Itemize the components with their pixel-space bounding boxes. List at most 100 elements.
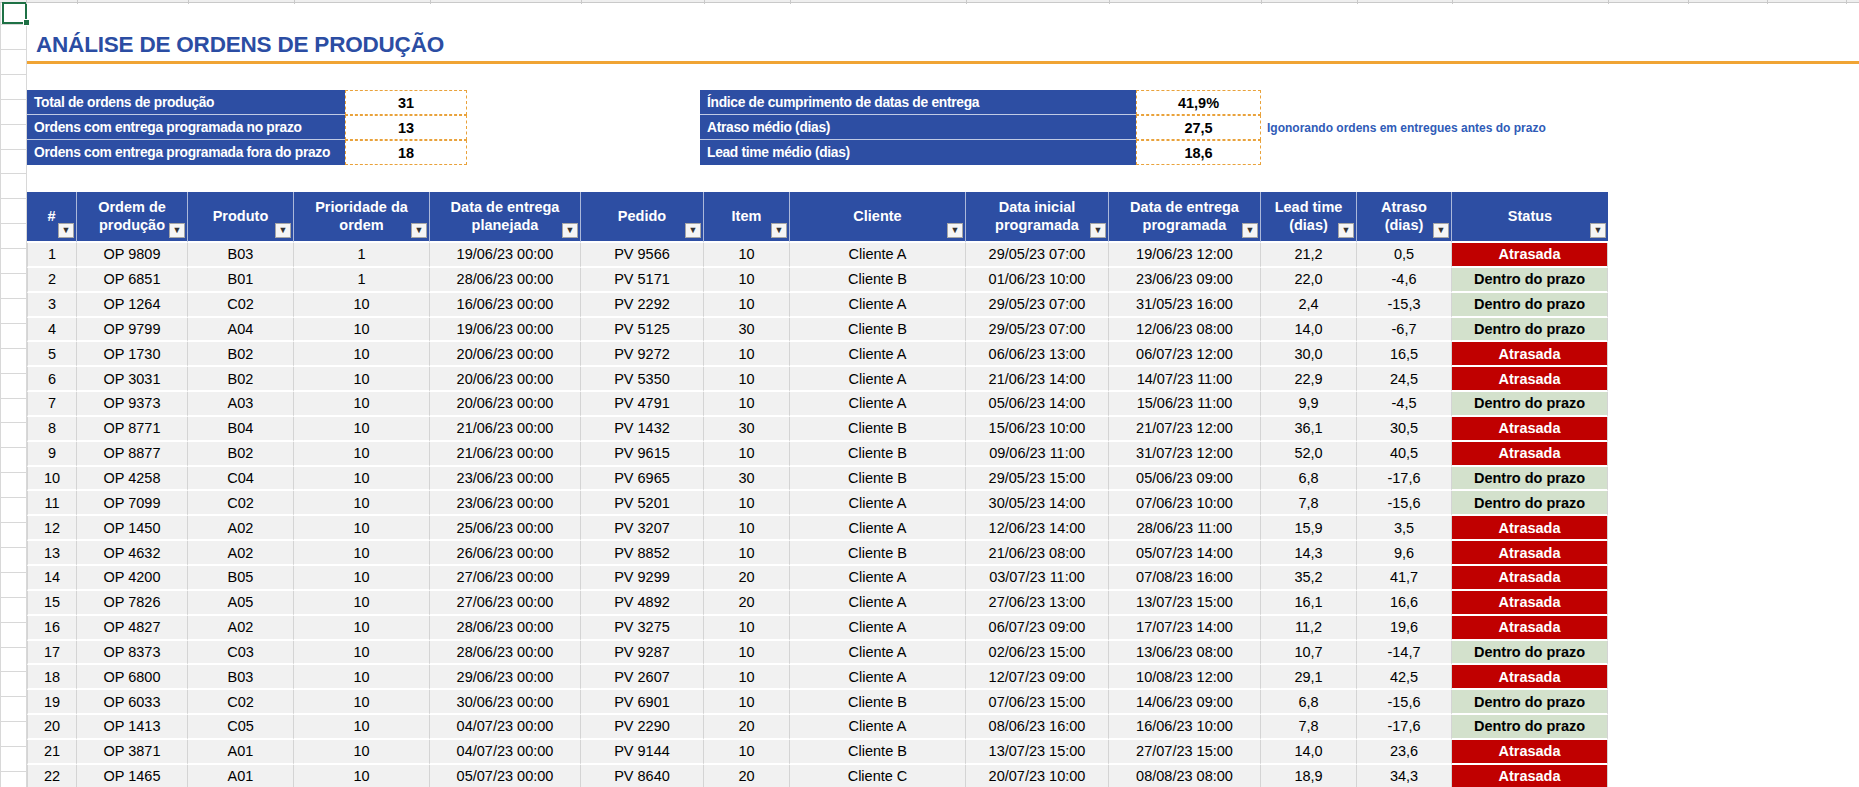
cell-priority[interactable]: 1	[294, 268, 430, 293]
cell-sales-order[interactable]: PV 9566	[581, 243, 704, 268]
cell-planned-delivery-date[interactable]: 21/06/23 00:00	[430, 442, 581, 467]
cell-item[interactable]: 10	[704, 392, 790, 417]
status-cell[interactable]: Atrasada	[1452, 616, 1608, 641]
cell-priority[interactable]: 10	[294, 665, 430, 690]
cell-index[interactable]: 12	[27, 516, 77, 541]
summary-value[interactable]: 41,9%	[1136, 90, 1261, 115]
cell-index[interactable]: 15	[27, 591, 77, 616]
cell-scheduled-delivery-date[interactable]: 28/06/23 11:00	[1109, 516, 1261, 541]
cell-planned-delivery-date[interactable]: 25/06/23 00:00	[430, 516, 581, 541]
cell-item[interactable]: 20	[704, 566, 790, 591]
cell-planned-delivery-date[interactable]: 29/06/23 00:00	[430, 665, 581, 690]
cell-item[interactable]: 10	[704, 268, 790, 293]
cell-planned-delivery-date[interactable]: 20/06/23 00:00	[430, 342, 581, 367]
cell-index[interactable]: 21	[27, 740, 77, 765]
cell-customer[interactable]: Cliente A	[790, 591, 966, 616]
cell-delay[interactable]: -15,3	[1357, 293, 1452, 318]
status-cell[interactable]: Atrasada	[1452, 243, 1608, 268]
cell-sales-order[interactable]: PV 2607	[581, 665, 704, 690]
cell-sales-order[interactable]: PV 4791	[581, 392, 704, 417]
cell-scheduled-start-date[interactable]: 29/05/23 07:00	[966, 318, 1109, 343]
cell-customer[interactable]: Cliente B	[790, 467, 966, 492]
cell-index[interactable]: 17	[27, 641, 77, 666]
cell-lead-time[interactable]: 15,9	[1261, 516, 1357, 541]
cell-scheduled-delivery-date[interactable]: 16/06/23 10:00	[1109, 715, 1261, 740]
cell-scheduled-delivery-date[interactable]: 31/05/23 16:00	[1109, 293, 1261, 318]
cell-scheduled-start-date[interactable]: 08/06/23 16:00	[966, 715, 1109, 740]
cell-product[interactable]: A04	[188, 318, 294, 343]
summary-label[interactable]: Total de ordens de produção	[27, 90, 345, 115]
cell-index[interactable]: 6	[27, 367, 77, 392]
cell-sales-order[interactable]: PV 5350	[581, 367, 704, 392]
cell-scheduled-start-date[interactable]: 21/06/23 14:00	[966, 367, 1109, 392]
column-header-delay[interactable]: Atraso (dias)▼	[1357, 192, 1452, 243]
cell-delay[interactable]: -17,6	[1357, 467, 1452, 492]
cell-priority[interactable]: 10	[294, 318, 430, 343]
cell-scheduled-start-date[interactable]: 27/06/23 13:00	[966, 591, 1109, 616]
cell-order[interactable]: OP 3031	[77, 367, 188, 392]
cell-item[interactable]: 10	[704, 616, 790, 641]
cell-delay[interactable]: 42,5	[1357, 665, 1452, 690]
status-cell[interactable]: Dentro do prazo	[1452, 467, 1608, 492]
cell-planned-delivery-date[interactable]: 23/06/23 00:00	[430, 467, 581, 492]
column-header-lead-time[interactable]: Lead time (dias)▼	[1261, 192, 1357, 243]
cell-index[interactable]: 20	[27, 715, 77, 740]
cell-priority[interactable]: 10	[294, 367, 430, 392]
cell-priority[interactable]: 10	[294, 616, 430, 641]
cell-index[interactable]: 11	[27, 491, 77, 516]
status-cell[interactable]: Atrasada	[1452, 417, 1608, 442]
cell-product[interactable]: A01	[188, 740, 294, 765]
cell-customer[interactable]: Cliente A	[790, 293, 966, 318]
cell-delay[interactable]: 19,6	[1357, 616, 1452, 641]
cell-order[interactable]: OP 1465	[77, 765, 188, 787]
cell-order[interactable]: OP 8877	[77, 442, 188, 467]
cell-sales-order[interactable]: PV 9287	[581, 641, 704, 666]
cell-lead-time[interactable]: 14,0	[1261, 740, 1357, 765]
cell-product[interactable]: B02	[188, 367, 294, 392]
status-cell[interactable]: Atrasada	[1452, 541, 1608, 566]
cell-sales-order[interactable]: PV 2290	[581, 715, 704, 740]
cell-scheduled-delivery-date[interactable]: 14/07/23 11:00	[1109, 367, 1261, 392]
column-header-customer[interactable]: Cliente▼	[790, 192, 966, 243]
cell-planned-delivery-date[interactable]: 27/06/23 00:00	[430, 591, 581, 616]
cell-product[interactable]: C02	[188, 491, 294, 516]
cell-item[interactable]: 10	[704, 516, 790, 541]
cell-planned-delivery-date[interactable]: 21/06/23 00:00	[430, 417, 581, 442]
cell-lead-time[interactable]: 29,1	[1261, 665, 1357, 690]
filter-dropdown-button[interactable]: ▼	[1433, 223, 1449, 238]
filter-dropdown-button[interactable]: ▼	[947, 223, 963, 238]
cell-item[interactable]: 10	[704, 641, 790, 666]
cell-lead-time[interactable]: 11,2	[1261, 616, 1357, 641]
cell-order[interactable]: OP 8771	[77, 417, 188, 442]
column-header-priority[interactable]: Prioridade da ordem▼	[294, 192, 430, 243]
cell-scheduled-delivery-date[interactable]: 21/07/23 12:00	[1109, 417, 1261, 442]
status-cell[interactable]: Dentro do prazo	[1452, 715, 1608, 740]
cell-delay[interactable]: 16,5	[1357, 342, 1452, 367]
cell-product[interactable]: A02	[188, 616, 294, 641]
cell-order[interactable]: OP 7826	[77, 591, 188, 616]
cell-scheduled-start-date[interactable]: 06/06/23 13:00	[966, 342, 1109, 367]
cell-product[interactable]: C02	[188, 690, 294, 715]
cell-delay[interactable]: 23,6	[1357, 740, 1452, 765]
cell-sales-order[interactable]: PV 9272	[581, 342, 704, 367]
status-cell[interactable]: Dentro do prazo	[1452, 293, 1608, 318]
column-header-planned-delivery-date[interactable]: Data de entrega planejada▼	[430, 192, 581, 243]
cell-item[interactable]: 20	[704, 715, 790, 740]
cell-sales-order[interactable]: PV 9299	[581, 566, 704, 591]
cell-product[interactable]: B02	[188, 442, 294, 467]
cell-sales-order[interactable]: PV 3275	[581, 616, 704, 641]
cell-order[interactable]: OP 6033	[77, 690, 188, 715]
cell-scheduled-delivery-date[interactable]: 10/08/23 12:00	[1109, 665, 1261, 690]
cell-scheduled-delivery-date[interactable]: 17/07/23 14:00	[1109, 616, 1261, 641]
cell-sales-order[interactable]: PV 1432	[581, 417, 704, 442]
cell-index[interactable]: 16	[27, 616, 77, 641]
cell-scheduled-delivery-date[interactable]: 23/06/23 09:00	[1109, 268, 1261, 293]
cell-scheduled-delivery-date[interactable]: 15/06/23 11:00	[1109, 392, 1261, 417]
cell-product[interactable]: C03	[188, 641, 294, 666]
summary-label[interactable]: Ordens com entrega programada no prazo	[27, 115, 345, 140]
cell-index[interactable]: 8	[27, 417, 77, 442]
summary-label[interactable]: Atraso médio (dias)	[700, 115, 1136, 140]
cell-delay[interactable]: 34,3	[1357, 765, 1452, 787]
cell-index[interactable]: 4	[27, 318, 77, 343]
cell-product[interactable]: B03	[188, 665, 294, 690]
